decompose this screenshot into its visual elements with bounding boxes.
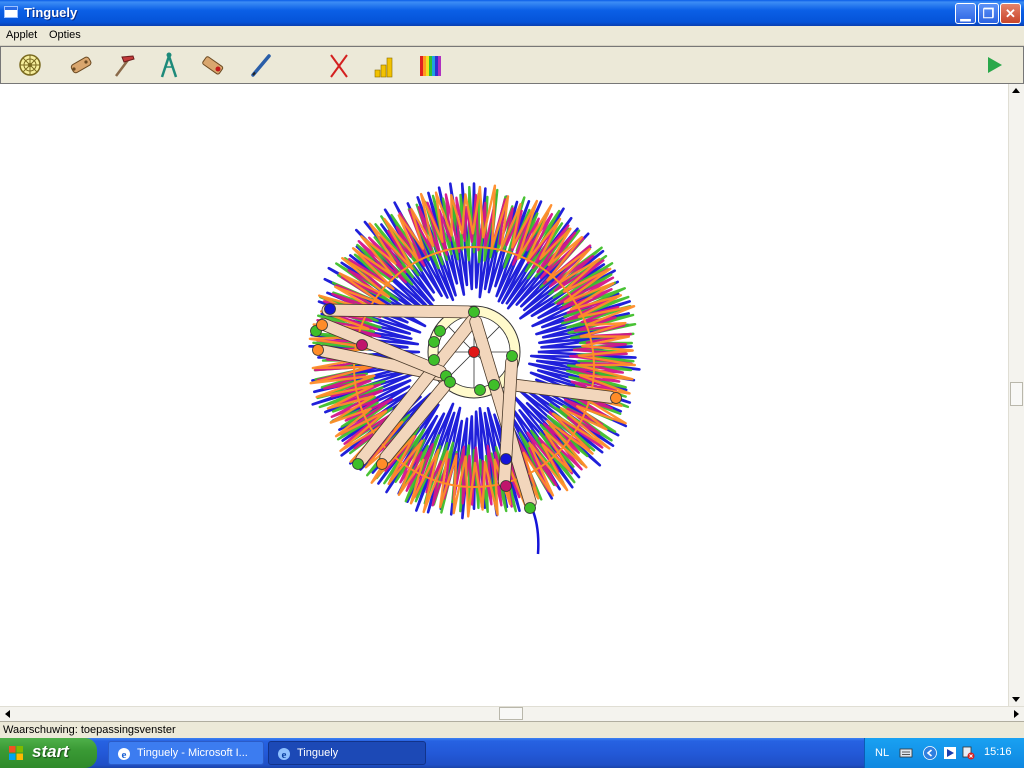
scroll-down-icon[interactable]	[1012, 697, 1020, 702]
clock: 15:16	[984, 746, 1012, 758]
vertical-scrollbar[interactable]	[1008, 84, 1024, 706]
machine-joint[interactable]	[316, 319, 328, 331]
language-indicator[interactable]: NL	[875, 747, 889, 759]
chevron-left-icon[interactable]	[923, 746, 937, 760]
network-error-icon[interactable]	[961, 746, 975, 760]
start-label: start	[32, 742, 69, 761]
machine-joint[interactable]	[324, 303, 336, 315]
taskbar-button-tinguely[interactable]: e Tinguely	[268, 741, 426, 765]
machine-joint[interactable]	[312, 344, 324, 356]
machine-joint[interactable]	[428, 336, 440, 348]
windows-taskbar: start e Tinguely - Microsoft I... e Ting…	[0, 738, 1024, 768]
machine-joint[interactable]	[610, 392, 622, 404]
status-warning-text: Waarschuwing: toepassingsvenster	[3, 724, 176, 736]
bar-tool-button[interactable]	[65, 50, 95, 80]
compass-legs-icon	[160, 52, 178, 78]
scroll-left-icon[interactable]	[5, 710, 10, 718]
machine-bar[interactable]	[321, 303, 475, 319]
taskbar-button-label: Tinguely - Microsoft I...	[137, 747, 248, 759]
status-bar: Waarschuwing: toepassingsvenster	[0, 721, 1024, 739]
horizontal-scroll-thumb[interactable]	[499, 707, 523, 720]
speed-tool-button[interactable]	[370, 50, 400, 80]
vertical-scroll-thumb[interactable]	[1010, 382, 1023, 406]
menu-applet[interactable]: Applet	[6, 29, 37, 41]
minimize-button[interactable]: ▁	[955, 3, 976, 24]
taskbar-button-label: Tinguely	[297, 747, 339, 759]
drawing-canvas[interactable]	[0, 84, 1008, 706]
close-button[interactable]: ✕	[1000, 3, 1021, 24]
internet-explorer-icon: e	[118, 748, 130, 761]
bar-piece-icon	[70, 56, 92, 74]
play-icon	[988, 57, 1002, 73]
svg-text:e: e	[122, 749, 127, 761]
machine-joint[interactable]	[488, 379, 500, 391]
pen-holder-tool-button[interactable]	[198, 50, 228, 80]
start-button[interactable]: start	[0, 738, 97, 768]
machine-joint[interactable]	[506, 350, 518, 362]
scroll-right-icon[interactable]	[1014, 710, 1019, 718]
machine-joint[interactable]	[376, 458, 388, 470]
menu-bar: Applet Opties	[0, 26, 1024, 46]
hammer-icon	[115, 55, 135, 77]
window-title: Tinguely	[24, 5, 78, 20]
title-bar: Tinguely ▁ ❐ ✕	[0, 0, 1024, 26]
machine-joint[interactable]	[468, 346, 480, 358]
machine-joint[interactable]	[524, 502, 536, 514]
color-tool-button[interactable]	[415, 50, 445, 80]
wheel-icon	[19, 54, 41, 76]
hammer-tool-button[interactable]	[109, 50, 139, 80]
tinguely-machine-drawing	[308, 182, 641, 555]
windows-logo-icon	[9, 746, 23, 760]
machine-joint[interactable]	[356, 339, 368, 351]
application-icon[interactable]	[4, 6, 18, 18]
machine-joint[interactable]	[434, 325, 446, 337]
bar-chart-icon	[374, 57, 393, 78]
keyboard-icon[interactable]	[899, 746, 913, 760]
svg-text:e: e	[282, 749, 287, 761]
menu-opties[interactable]: Opties	[49, 29, 81, 41]
compass-tool-button[interactable]	[154, 50, 184, 80]
machine-joint[interactable]	[474, 384, 486, 396]
scroll-up-icon[interactable]	[1012, 88, 1020, 93]
media-player-icon[interactable]	[943, 746, 957, 760]
machine-joint[interactable]	[468, 306, 480, 318]
machine-joint[interactable]	[500, 480, 512, 492]
maximize-button[interactable]: ❐	[978, 3, 999, 24]
internet-explorer-icon: e	[278, 748, 290, 761]
pencil-icon	[251, 54, 271, 77]
machine-joint[interactable]	[500, 453, 512, 465]
taskbar-button-ie-window[interactable]: e Tinguely - Microsoft I...	[108, 741, 264, 765]
wheel-tool-button[interactable]	[15, 50, 45, 80]
color-palette-icon	[420, 56, 441, 76]
horizontal-scrollbar[interactable]	[0, 706, 1024, 721]
system-tray: NL 15:16	[864, 738, 1024, 768]
pen-holder-icon	[202, 56, 224, 75]
delete-tool-button[interactable]	[324, 50, 354, 80]
toolbar	[0, 46, 1024, 84]
machine-joint[interactable]	[428, 354, 440, 366]
machine-joint[interactable]	[352, 458, 364, 470]
machine-joint[interactable]	[444, 376, 456, 388]
play-button[interactable]	[979, 50, 1009, 80]
pencil-tool-button[interactable]	[246, 50, 276, 80]
delete-x-icon	[330, 54, 348, 78]
